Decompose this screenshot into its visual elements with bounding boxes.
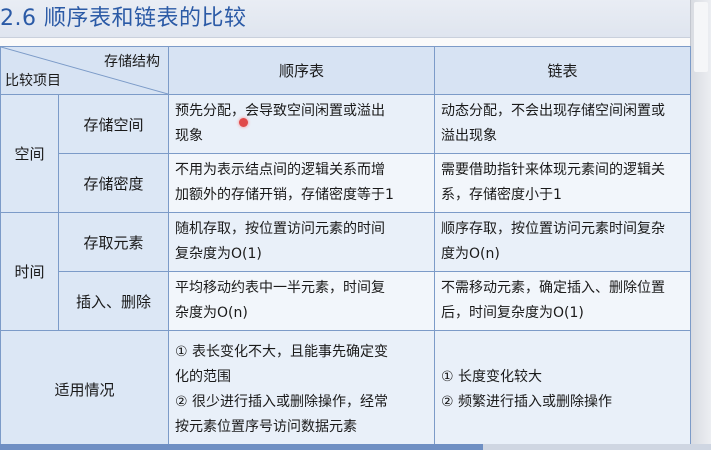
- comparison-table: 存储结构 比较项目 顺序表 链表 空间 存储空间 预先分配，会导致空间闲置或溢出…: [0, 46, 691, 449]
- cell-line: 加额外的存储开销，存储密度等于1: [175, 187, 394, 203]
- table-row: 存储密度 不用为表示结点间的逻辑关系而增 加额外的存储开销，存储密度等于1 需要…: [1, 153, 691, 213]
- cell-link-insert-delete: 不需移动元素，确定插入、删除位置 后，时间复杂度为O(1): [434, 271, 691, 331]
- cell-line: ② 频繁进行插入或删除操作: [441, 393, 613, 410]
- cell-line: 杂度为O(n): [175, 305, 248, 321]
- cell-link-storage-space: 动态分配，不会出现存储空间闲置或 溢出现象: [434, 94, 691, 154]
- cell-link-access: 顺序存取，按位置访问元素时间复杂 度为O(n): [434, 212, 691, 272]
- item-storage-space: 存储空间: [58, 94, 169, 154]
- side-panel-handle[interactable]: [694, 2, 708, 72]
- cell-line: 随机存取，按位置访问元素的时间: [175, 221, 385, 237]
- corner-header: 存储结构 比较项目: [0, 46, 169, 95]
- cell-line: 化的范围: [175, 368, 231, 385]
- cell-seq-insert-delete: 平均移动约表中一半元素，时间复 杂度为O(n): [168, 271, 435, 331]
- progress-fill: [0, 444, 484, 450]
- cell-link-usage: ① 长度变化较大 ② 频繁进行插入或删除操作: [434, 330, 691, 449]
- cell-line: 溢出现象: [441, 128, 497, 144]
- cell-line: ① 长度变化较大: [441, 368, 543, 385]
- corner-top-label: 存储结构: [104, 54, 160, 70]
- cell-link-storage-density: 需要借助指针来体现元素间的逻辑关 系，存储密度小于1: [434, 153, 691, 213]
- cell-line: 需要借助指针来体现元素间的逻辑关: [441, 162, 665, 178]
- item-insert-delete: 插入、删除: [58, 271, 169, 331]
- side-panel-edge[interactable]: [690, 0, 711, 450]
- cell-line: 复杂度为O(1): [175, 246, 262, 262]
- cell-line: 不用为表示结点间的逻辑关系而增: [175, 162, 385, 178]
- title-bar: 2.6 顺序表和链表的比较: [0, 0, 690, 38]
- item-access-element: 存取元素: [58, 212, 169, 272]
- cell-line: 不需移动元素，确定插入、删除位置: [441, 280, 665, 296]
- slide-title: 2.6 顺序表和链表的比较: [0, 6, 247, 31]
- category-usage: 适用情况: [0, 330, 169, 449]
- category-space: 空间: [0, 94, 59, 213]
- cell-seq-storage-space: 预先分配，会导致空间闲置或溢出 现象: [168, 94, 435, 154]
- cell-line: ② 很少进行插入或删除操作，经常: [175, 393, 389, 410]
- laser-pointer-dot: [239, 118, 248, 127]
- cell-seq-access: 随机存取，按位置访问元素的时间 复杂度为O(1): [168, 212, 435, 272]
- cell-seq-storage-density: 不用为表示结点间的逻辑关系而增 加额外的存储开销，存储密度等于1: [168, 153, 435, 213]
- table-row: 适用情况 ① 表长变化不大，且能事先确定变 化的范围 ② 很少进行插入或删除操作…: [0, 330, 691, 449]
- cell-line: 现象: [175, 128, 203, 144]
- cell-line: 按元素位置序号访问数据元素: [175, 418, 357, 435]
- cell-line: 顺序存取，按位置访问元素时间复杂: [441, 221, 665, 237]
- cell-line: 系，存储密度小于1: [441, 187, 562, 203]
- slide: 2.6 顺序表和链表的比较 存储结构 比较项目 顺序表 链表 空间 存储空间 预…: [0, 0, 711, 450]
- cell-line: 度为O(n): [441, 246, 500, 262]
- cell-line: 后，时间复杂度为O(1): [441, 305, 584, 321]
- cell-line: ① 表长变化不大，且能事先确定变: [175, 343, 389, 360]
- table-row: 时间 存取元素 随机存取，按位置访问元素的时间 复杂度为O(1) 顺序存取，按位…: [0, 212, 691, 331]
- header-linked-list: 链表: [434, 46, 691, 95]
- table-row: 插入、删除 平均移动约表中一半元素，时间复 杂度为O(n) 不需移动元素，确定插…: [1, 271, 691, 331]
- header-sequential-list: 顺序表: [168, 46, 435, 95]
- cell-line: 平均移动约表中一半元素，时间复: [175, 280, 385, 296]
- cell-line: 预先分配，会导致空间闲置或溢出: [175, 103, 385, 119]
- category-time: 时间: [0, 212, 59, 331]
- cell-seq-usage: ① 表长变化不大，且能事先确定变 化的范围 ② 很少进行插入或删除操作，经常 按…: [168, 330, 435, 449]
- item-storage-density: 存储密度: [58, 153, 169, 213]
- corner-bottom-label: 比较项目: [5, 73, 61, 89]
- cell-line: 动态分配，不会出现存储空间闲置或: [441, 103, 665, 119]
- table-row: 空间 存储空间 预先分配，会导致空间闲置或溢出 现象 动态分配，不会出现存储空间…: [0, 94, 691, 213]
- header-row: 存储结构 比较项目 顺序表 链表: [0, 46, 691, 95]
- video-progress-bar[interactable]: [0, 444, 711, 450]
